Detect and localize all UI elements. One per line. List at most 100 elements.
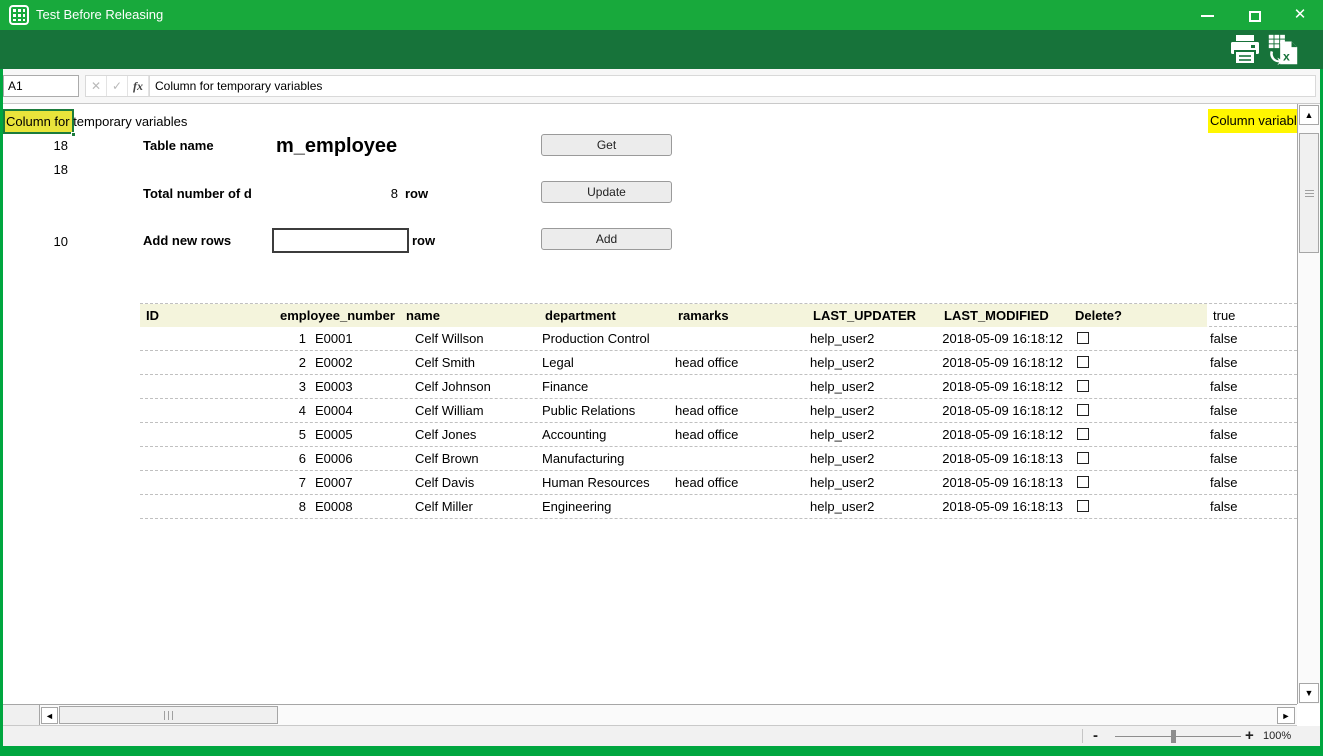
cell-department: Finance — [542, 375, 672, 398]
update-button[interactable]: Update — [541, 181, 672, 203]
cell-flag: false — [1210, 351, 1290, 374]
maximize-button[interactable] — [1238, 0, 1272, 30]
cell-employee-number: E0003 — [315, 375, 415, 398]
zoom-level: 100% — [1263, 730, 1291, 742]
delete-checkbox[interactable] — [1077, 500, 1089, 512]
cell-last-modified: 2018-05-09 16:18:12 — [936, 375, 1063, 398]
row-unit-label: row — [412, 229, 435, 253]
cell-last-updater: help_user2 — [810, 399, 932, 422]
scroll-right-icon[interactable]: ► — [1277, 707, 1295, 724]
zoom-slider-thumb[interactable] — [1171, 730, 1176, 743]
cell-last-updater: help_user2 — [810, 375, 932, 398]
cell-ramarks: head office — [675, 471, 805, 494]
delete-checkbox[interactable] — [1077, 356, 1089, 368]
cell-last-updater: help_user2 — [810, 327, 932, 350]
table-name-label: Table name — [143, 134, 214, 158]
cell-name: Celf Davis — [415, 471, 539, 494]
confirm-icon[interactable]: ✓ — [107, 76, 128, 96]
cell-a1-text: Column for temporary variables — [6, 110, 187, 134]
cell-flag: false — [1210, 399, 1290, 422]
table-row: 4E0004Celf WilliamPublic Relationshead o… — [140, 399, 1297, 423]
cell-id: 8 — [140, 495, 306, 518]
cell-ramarks — [675, 375, 805, 398]
cell-last-modified: 2018-05-09 16:18:12 — [936, 399, 1063, 422]
table-header-row: ID employee_number name department ramar… — [140, 303, 1297, 327]
col-header-last-updater: LAST_UPDATER — [813, 304, 916, 327]
minimize-button[interactable] — [1190, 0, 1224, 30]
window-border-left — [0, 0, 3, 756]
col-header-name: name — [406, 304, 440, 327]
cell-id: 4 — [140, 399, 306, 422]
cell-department: Accounting — [542, 423, 672, 446]
cell-last-updater: help_user2 — [810, 495, 932, 518]
sheet-area: Column for temporary variables Column va… — [3, 104, 1297, 704]
cell-id: 6 — [140, 447, 306, 470]
table-row: 1E0001Celf WillsonProduction Controlhelp… — [140, 327, 1297, 351]
add-rows-input[interactable] — [272, 228, 409, 253]
cell-name: Celf Brown — [415, 447, 539, 470]
highlighted-cell-right[interactable]: Column variabl — [1208, 109, 1297, 133]
scroll-left-icon[interactable]: ◄ — [41, 707, 58, 724]
cell-flag: false — [1210, 327, 1290, 350]
cell-employee-number: E0001 — [315, 327, 415, 350]
titlebar: Test Before Releasing ✕ — [0, 0, 1323, 30]
cell-ramarks: head office — [675, 423, 805, 446]
cell-employee-number: E0006 — [315, 447, 415, 470]
cell-ramarks — [675, 495, 805, 518]
delete-checkbox[interactable] — [1077, 332, 1089, 344]
close-button[interactable]: ✕ — [1283, 0, 1317, 30]
delete-checkbox[interactable] — [1077, 380, 1089, 392]
col-header-flag: true — [1213, 304, 1235, 327]
delete-checkbox[interactable] — [1077, 404, 1089, 416]
delete-checkbox[interactable] — [1077, 428, 1089, 440]
table-row: 3E0003Celf JohnsonFinancehelp_user22018-… — [140, 375, 1297, 399]
zoom-out-button[interactable]: - — [1093, 727, 1098, 744]
scroll-down-icon[interactable]: ▼ — [1299, 683, 1319, 703]
cell-id: 1 — [140, 327, 306, 350]
total-rows-label: Total number of d — [143, 182, 252, 206]
add-rows-label: Add new rows — [143, 229, 231, 253]
vertical-scrollbar-thumb[interactable] — [1299, 133, 1319, 253]
cell-ramarks — [675, 447, 805, 470]
svg-text:x: x — [1283, 49, 1290, 63]
zoom-slider-track[interactable] — [1115, 736, 1241, 737]
print-icon[interactable] — [1227, 33, 1263, 67]
cancel-icon[interactable]: ✕ — [86, 76, 107, 96]
formula-input[interactable]: Column for temporary variables — [149, 75, 1316, 97]
statusbar-separator — [1082, 729, 1083, 743]
table-row: 2E0002Celf SmithLegalhead officehelp_use… — [140, 351, 1297, 375]
add-button[interactable]: Add — [541, 228, 672, 250]
cell-employee-number: E0005 — [315, 423, 415, 446]
horizontal-scrollbar-thumb[interactable] — [59, 706, 278, 724]
cell-department: Human Resources — [542, 471, 672, 494]
delete-checkbox[interactable] — [1077, 476, 1089, 488]
cell-last-updater: help_user2 — [810, 447, 932, 470]
col-header-id: ID — [146, 304, 159, 327]
col-header-delete: Delete? — [1075, 304, 1122, 327]
scroll-up-icon[interactable]: ▲ — [1299, 105, 1319, 125]
cell-department: Engineering — [542, 495, 672, 518]
window-title: Test Before Releasing — [36, 7, 163, 22]
cell-flag: false — [1210, 447, 1290, 470]
cell-employee-number: E0008 — [315, 495, 415, 518]
cell-id: 5 — [140, 423, 306, 446]
cell-flag: false — [1210, 495, 1290, 518]
fx-icon[interactable]: fx — [128, 76, 149, 96]
cell-name-box[interactable]: A1 — [3, 75, 79, 97]
delete-checkbox[interactable] — [1077, 452, 1089, 464]
cell-last-updater: help_user2 — [810, 471, 932, 494]
zoom-in-button[interactable]: + — [1245, 727, 1254, 744]
scrollbar-corner — [3, 705, 40, 725]
table-row: 7E0007Celf DavisHuman Resourceshead offi… — [140, 471, 1297, 495]
window-border-bottom — [0, 746, 1323, 756]
cell-flag: false — [1210, 471, 1290, 494]
status-bar: - + 100% — [3, 726, 1320, 746]
cell-employee-number: E0004 — [315, 399, 415, 422]
export-excel-icon[interactable]: x — [1265, 33, 1301, 67]
cell-name: Celf Smith — [415, 351, 539, 374]
cell-name: Celf Miller — [415, 495, 539, 518]
cell-last-updater: help_user2 — [810, 351, 932, 374]
fill-handle[interactable] — [71, 132, 76, 137]
app-window: Test Before Releasing ✕ x A1 — [0, 0, 1323, 756]
get-button[interactable]: Get — [541, 134, 672, 156]
